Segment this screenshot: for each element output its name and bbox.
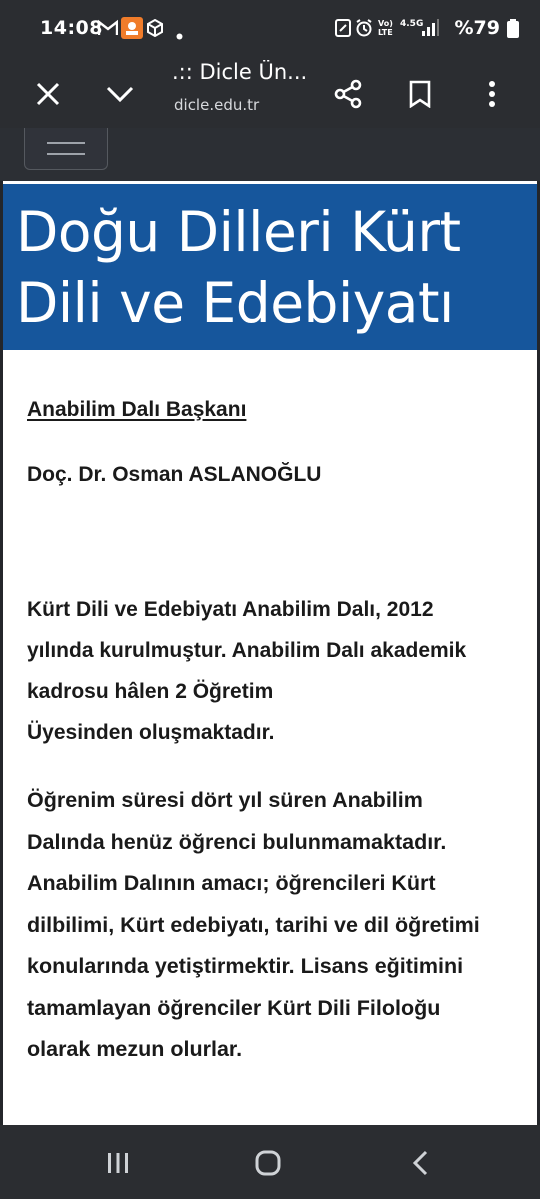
paragraph-line: Üyesinden oluşmaktadır.	[27, 721, 275, 744]
more-vert-icon	[489, 81, 495, 107]
close-tab-button[interactable]	[26, 72, 70, 116]
paragraph-line: olarak mezun olurlar.	[27, 1037, 243, 1061]
hamburger-line	[47, 153, 85, 155]
system-nav-bar	[0, 1125, 540, 1199]
web-page: Doğu Dilleri Kürt Dili ve Edebiyatı Anab…	[0, 128, 540, 1125]
nfc-icon	[335, 19, 351, 41]
alarm-icon	[355, 19, 373, 41]
battery-icon	[506, 19, 520, 43]
recent-apps-icon	[108, 1153, 128, 1173]
browser-toolbar: .:: Dicle Ün... dicle.edu.tr	[0, 58, 540, 128]
paragraph-line: konularında yetiştirmektir. Lisans eğiti…	[27, 954, 464, 978]
menu-toggle-button[interactable]	[24, 128, 108, 170]
home-icon	[255, 1150, 281, 1176]
battery-level: %79	[454, 17, 500, 39]
bookmark-button[interactable]	[398, 72, 442, 116]
hamburger-line	[47, 142, 85, 144]
paragraph-line: Dalında henüz öğrenci bulunmamaktadır.	[27, 829, 447, 854]
more-notifications-dot	[176, 25, 183, 44]
intro-paragraph: Kürt Dili ve Edebiyatı Anabilim Dalı, 20…	[27, 589, 517, 753]
status-time: 14:08	[40, 17, 103, 39]
page-title-label: .:: Dicle Ün...	[172, 60, 308, 84]
recent-apps-button[interactable]	[88, 1141, 148, 1185]
share-icon	[334, 79, 362, 109]
app-notification-icon	[121, 17, 143, 43]
paragraph-line: dilbilimi, Kürt edebiyatı, tarihi ve dil…	[27, 912, 480, 937]
box-icon	[146, 18, 164, 41]
content-card: Doğu Dilleri Kürt Dili ve Edebiyatı Anab…	[0, 181, 540, 1125]
status-bar: 14:08 Vo) LTE 4.5G %79	[0, 0, 540, 58]
more-options-button[interactable]	[470, 72, 514, 116]
signal-icon	[421, 19, 439, 41]
back-button[interactable]	[390, 1141, 450, 1185]
paragraph-line: yılında kurulmuştur. Anabilim Dalı akade…	[27, 639, 467, 662]
program-paragraph: Öğrenim süresi dört yıl süren Anabilim D…	[27, 780, 522, 1071]
chevron-down-icon	[106, 86, 134, 103]
paragraph-line: tamamlayan öğrenciler Kürt Dili Filoloğu	[27, 995, 441, 1020]
home-button[interactable]	[238, 1141, 298, 1185]
department-head-name: Doç. Dr. Osman ASLANOĞLU	[27, 463, 322, 486]
paragraph-line: kadrosu hâlen 2 Öğretim	[27, 680, 274, 703]
share-button[interactable]	[326, 72, 370, 116]
close-icon	[36, 82, 60, 106]
gmail-icon	[97, 19, 119, 41]
paragraph-line: Öğrenim süresi dört yıl süren Anabilim	[27, 788, 423, 812]
volte-label: Vo) LTE	[378, 19, 393, 37]
bookmark-icon	[409, 80, 431, 108]
paragraph-line: Anabilim Dalının amacı; öğrencileri Kürt	[27, 871, 436, 895]
department-head-label: Anabilim Dalı Başkanı	[27, 398, 247, 421]
site-nav	[0, 128, 540, 181]
network-type: 4.5G	[400, 19, 424, 29]
back-icon	[412, 1150, 428, 1176]
paragraph-line: Kürt Dili ve Edebiyatı Anabilim Dalı, 20…	[27, 598, 434, 621]
title-banner: Doğu Dilleri Kürt Dili ve Edebiyatı	[3, 184, 537, 350]
url-label[interactable]: dicle.edu.tr	[174, 96, 259, 114]
minimize-button[interactable]	[98, 72, 142, 116]
page-title: Doğu Dilleri Kürt Dili ve Edebiyatı	[16, 200, 461, 335]
